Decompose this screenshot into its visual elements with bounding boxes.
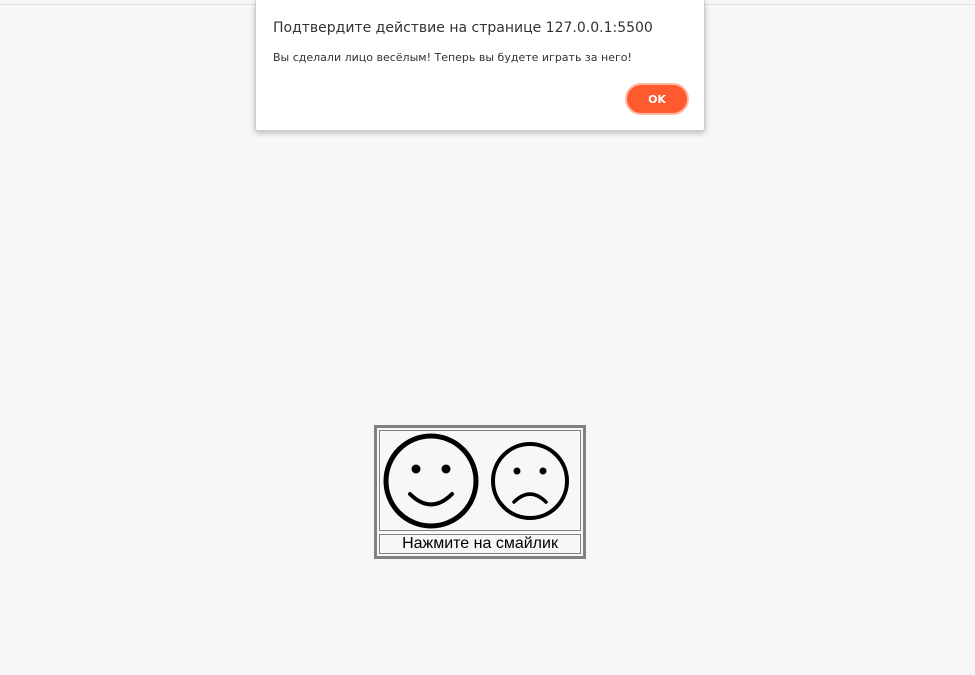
sad-face-icon[interactable] <box>489 440 571 522</box>
ok-button[interactable]: OK <box>625 83 689 115</box>
dialog-title: Подтвердите действие на странице 127.0.0… <box>273 20 653 36</box>
faces-cell <box>379 430 581 531</box>
confirm-dialog: Подтвердите действие на странице 127.0.0… <box>255 0 705 131</box>
smiley-table: Нажмите на смайлик <box>374 425 586 559</box>
dialog-message: Вы сделали лицо весёлым! Теперь вы будет… <box>273 51 632 64</box>
page: Нажмите на смайлик Подтвердите действие … <box>0 0 975 675</box>
table-caption: Нажмите на смайлик <box>379 534 581 554</box>
happy-face-icon[interactable] <box>382 433 480 529</box>
